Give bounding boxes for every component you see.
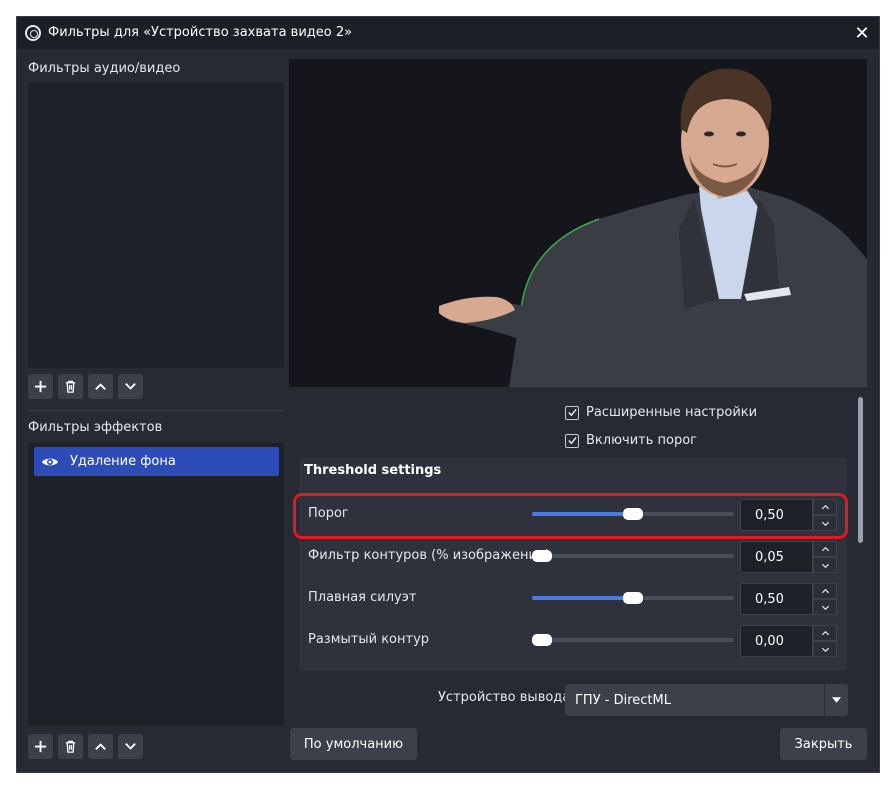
slider-handle[interactable]: [532, 550, 553, 562]
smooth-silhouette-slider[interactable]: [532, 592, 734, 604]
av-filters-list[interactable]: [28, 83, 284, 368]
defaults-button[interactable]: По умолчанию: [290, 728, 417, 760]
enable-threshold-label: Включить порог: [586, 433, 698, 448]
scrollbar-thumb[interactable]: [858, 397, 863, 543]
chevron-down-icon: [125, 383, 136, 390]
properties-scrollbar[interactable]: [855, 393, 865, 720]
smooth-silhouette-label: Плавная силуэт: [308, 590, 417, 605]
obs-logo-icon: [25, 25, 41, 41]
remove-effect-filter-button[interactable]: [58, 734, 83, 759]
trash-icon: [65, 380, 76, 393]
feather-blend-slider[interactable]: [532, 634, 734, 646]
checkbox-box[interactable]: [565, 433, 579, 448]
effect-filter-label: Удаление фона: [70, 454, 176, 469]
presenter-image: [439, 68, 867, 387]
effect-filters-toolbar: [28, 734, 143, 759]
contour-filter-label: Фильтр контуров (% изображения): [308, 548, 550, 563]
feather-blend-value[interactable]: 0,00: [740, 625, 813, 657]
chevron-down-icon: [832, 697, 841, 703]
slider-handle[interactable]: [532, 634, 552, 646]
smooth-silhouette-increment-button[interactable]: [813, 583, 837, 599]
add-effect-filter-button[interactable]: [28, 734, 53, 759]
output-device-value: ГПУ - DirectML: [575, 692, 671, 708]
close-window-button[interactable]: ✕: [845, 17, 879, 49]
close-button[interactable]: Закрыть: [780, 728, 867, 760]
checkmark-icon: [567, 436, 577, 445]
title-bar: Фильтры для «Устройство захвата видео 2»…: [17, 17, 879, 49]
effect-filters-label: Фильтры эффектов: [28, 420, 163, 435]
av-filters-label: Фильтры аудио/видео: [28, 61, 181, 76]
chevron-up-icon: [95, 743, 106, 750]
effect-filters-list[interactable]: [28, 443, 284, 726]
window-title: Фильтры для «Устройство захвата видео 2»: [48, 25, 353, 40]
contour-filter-value[interactable]: 0,05: [740, 541, 813, 573]
add-av-filter-button[interactable]: [28, 374, 53, 399]
feather-blend-spinbox[interactable]: 0,00: [740, 625, 837, 657]
filters-window: Фильтры для «Устройство захвата видео 2»…: [16, 16, 880, 773]
slider-handle[interactable]: [623, 592, 643, 604]
remove-av-filter-button[interactable]: [58, 374, 83, 399]
chevron-up-icon: [95, 383, 106, 390]
dropdown-arrow-icon[interactable]: [824, 684, 848, 716]
chevron-up-icon: [821, 630, 829, 635]
chevron-down-icon: [821, 647, 829, 652]
advanced-settings-checkbox[interactable]: Расширенные настройки: [565, 405, 757, 420]
effect-filter-item-background-removal[interactable]: Удаление фона: [34, 447, 279, 476]
smooth-silhouette-value[interactable]: 0,50: [740, 583, 813, 615]
chevron-up-icon: [821, 546, 829, 551]
chevron-down-icon: [821, 605, 829, 610]
video-preview: [289, 59, 867, 387]
move-av-filter-up-button[interactable]: [88, 374, 113, 399]
checkbox-box[interactable]: [565, 405, 579, 420]
contour-filter-spinbox[interactable]: 0,05: [740, 541, 837, 573]
threshold-row-highlight: [293, 493, 848, 539]
panel-divider: [28, 410, 284, 411]
feather-blend-decrement-button[interactable]: [813, 641, 837, 657]
feather-blend-label: Размытый контур: [308, 632, 430, 647]
advanced-settings-label: Расширенные настройки: [586, 405, 758, 420]
smooth-silhouette-spinbox[interactable]: 0,50: [740, 583, 837, 615]
enable-threshold-checkbox[interactable]: Включить порог: [565, 433, 697, 448]
output-device-select[interactable]: ГПУ - DirectML: [565, 684, 848, 716]
av-filters-toolbar: [28, 374, 143, 399]
trash-icon: [65, 740, 76, 753]
plus-icon: [34, 380, 47, 393]
contour-filter-increment-button[interactable]: [813, 541, 837, 557]
chevron-down-icon: [821, 563, 829, 568]
plus-icon: [34, 740, 47, 753]
threshold-settings-title: Threshold settings: [304, 463, 442, 478]
eye-icon[interactable]: [41, 456, 59, 468]
move-av-filter-down-button[interactable]: [118, 374, 143, 399]
chevron-down-icon: [125, 743, 136, 750]
contour-filter-slider[interactable]: [532, 550, 734, 562]
move-effect-filter-down-button[interactable]: [118, 734, 143, 759]
chevron-up-icon: [821, 588, 829, 593]
contour-filter-decrement-button[interactable]: [813, 557, 837, 573]
move-effect-filter-up-button[interactable]: [88, 734, 113, 759]
smooth-silhouette-decrement-button[interactable]: [813, 599, 837, 615]
checkmark-icon: [567, 408, 577, 417]
feather-blend-increment-button[interactable]: [813, 625, 837, 641]
slider-fill: [532, 596, 633, 600]
output-device-label: Устройство вывода: [438, 690, 571, 705]
